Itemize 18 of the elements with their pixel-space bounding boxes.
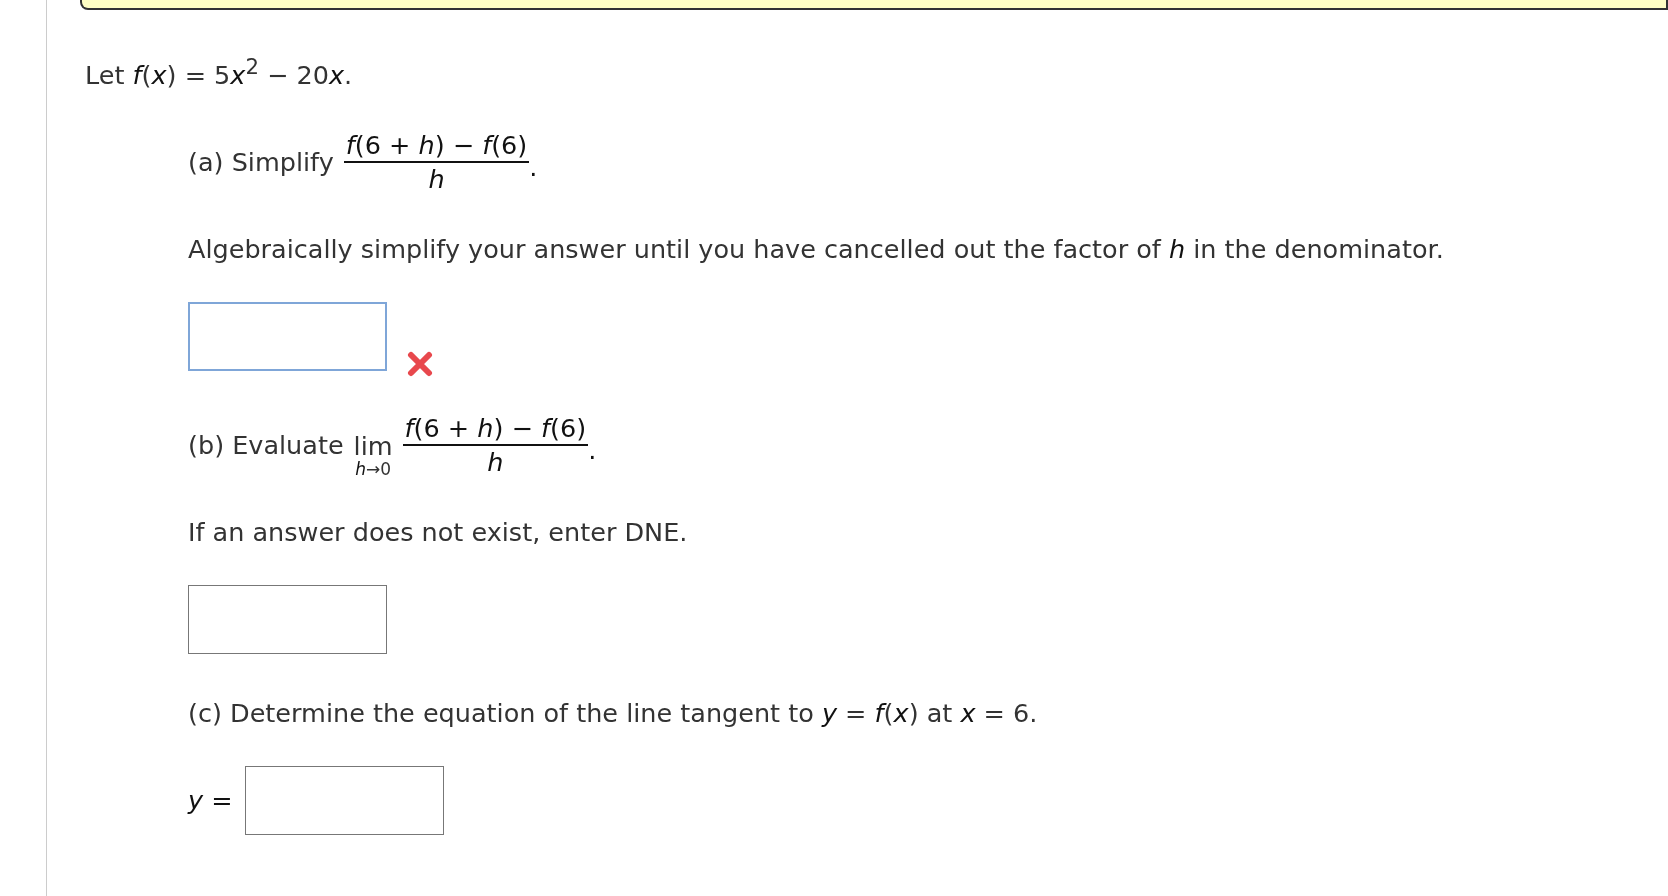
question-label: (a) Simplify [188, 146, 334, 177]
fraction-denominator: h [428, 162, 445, 194]
instruction-text: If an answer does not exist, enter DNE. [188, 516, 689, 547]
fraction-denominator: h [487, 445, 504, 477]
fraction-numerator: f(6 + h) − f(6) [343, 129, 530, 163]
period: . [588, 434, 597, 465]
answer-prefix: y = [188, 785, 233, 815]
limit-operator: lim [353, 433, 393, 460]
function-definition: Let f(x) = 5x$^{2}$ − 20x. [85, 54, 354, 90]
limit-subscript: h→0 [355, 459, 391, 480]
fraction-numerator: f(6 + h) − f(6) [402, 412, 589, 446]
period: . [529, 151, 538, 182]
question-text: (c) Determine the equation of the line tangent to y = f(x) at x = 6. [188, 697, 1038, 728]
answer-field[interactable] [188, 301, 387, 371]
question-label: (b) Evaluate [188, 429, 344, 460]
answer-field[interactable] [244, 765, 444, 835]
answer-field[interactable] [188, 584, 387, 654]
instruction-text: Algebraically simplify your answer until you have cancelled out the factor of h in the denominator. [188, 233, 1445, 264]
